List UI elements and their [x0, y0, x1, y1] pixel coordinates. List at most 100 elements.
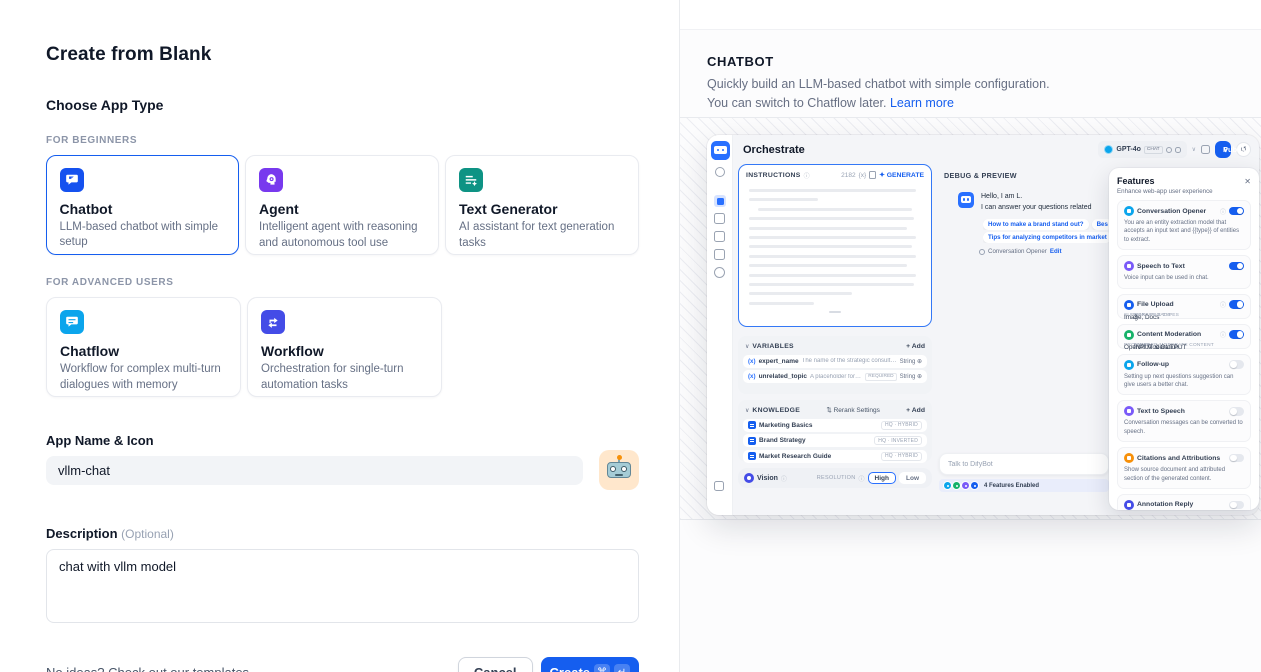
app-icon-picker[interactable]: [599, 450, 639, 490]
suggestion-chips-row: Tips for analyzing competitors in market: [983, 232, 1109, 243]
arrow-right-icon: →: [253, 665, 266, 672]
knowledge-row: Market Research Guide HQ · HYBRID: [743, 450, 927, 463]
app-type-desc: Orchestration for single-turn automation…: [261, 362, 428, 393]
workflow-icon: [261, 310, 285, 334]
sidebar-orchestrate-icon: [714, 195, 726, 207]
info-icon: ⓘ: [859, 474, 865, 483]
dataset-icon: [748, 421, 756, 429]
bot-avatar: [958, 192, 974, 208]
app-type-name: Text Generator: [459, 201, 625, 217]
cmd-key-icon: ⌘: [594, 664, 610, 672]
knowledge-section: ∨ KNOWLEDGE ⇅ Rerank Settings + Add Mark…: [738, 400, 932, 462]
app-name-input[interactable]: [46, 456, 583, 485]
chevron-down-icon: ∨: [1192, 146, 1196, 153]
variable-row: (x) unrelated_topic A placeholder for to…: [743, 370, 927, 383]
cancel-button[interactable]: Cancel: [458, 657, 533, 672]
gear-icon: [1175, 147, 1181, 153]
app-logo-robot-icon: [711, 141, 730, 160]
rerank-settings-button: ⇅ Rerank Settings: [826, 406, 880, 414]
suggestion-chips-row: How to make a brand stand out? Bes: [983, 219, 1109, 230]
variable-row: (x) expert_name The name of the strategi…: [743, 355, 927, 368]
app-type-card-chatflow[interactable]: Chatflow Workflow for complex multi-turn…: [46, 297, 241, 397]
app-type-desc: Workflow for complex multi-turn dialogue…: [60, 362, 227, 393]
toggle-on: [1229, 330, 1244, 339]
close-icon: ✕: [1244, 177, 1251, 186]
choose-app-type-label: Choose App Type: [46, 97, 639, 113]
app-type-desc: Intelligent agent with reasoning and aut…: [259, 220, 425, 251]
feature-item-conversation-opener: Conversation Opener ⓘ You are an entity …: [1117, 200, 1251, 250]
chatbot-preview-image: Orchestrate GPT-4o CHAT ∨ Publish ∨ ↺ IN…: [707, 135, 1259, 515]
debug-preview-title: DEBUG & PREVIEW: [944, 171, 1017, 180]
feature-item-citations: Citations and Attributions Show source d…: [1117, 447, 1251, 489]
bot-greeting: Hello, I am L. I can answer your questio…: [981, 192, 1107, 203]
feature-item-follow-up: Follow-up Setting up next questions sugg…: [1117, 354, 1251, 396]
variables-section: ∨ VARIABLES + Add (x) expert_name The na…: [738, 336, 932, 394]
toggle-off: [1229, 360, 1244, 369]
speech-to-text-icon: [1124, 261, 1134, 271]
knowledge-row: Brand Strategy HQ · INVERTED: [743, 434, 927, 447]
follow-up-icon: [1124, 360, 1134, 370]
feature-dot-icon: [952, 481, 961, 490]
learn-more-link[interactable]: Learn more: [890, 96, 954, 110]
required-badge: REQUIRED: [865, 373, 896, 381]
resolution-low-button: Low: [899, 472, 926, 484]
app-type-card-chatbot[interactable]: Chatbot LLM-based chatbot with simple se…: [46, 155, 239, 255]
model-selector: GPT-4o CHAT: [1098, 141, 1186, 158]
app-type-card-text-generator[interactable]: Text Generator AI assistant for text gen…: [445, 155, 639, 255]
chat-input: [939, 453, 1109, 475]
resolution-high-button: High: [868, 472, 896, 484]
features-enabled-bar: 4 Features Enabled: [939, 479, 1109, 492]
app-type-name: Agent: [259, 201, 425, 217]
sidebar-annotation-icon: [714, 249, 725, 260]
templates-link[interactable]: No ideas? Check out our templates →: [46, 665, 266, 672]
sliders-icon: [1201, 145, 1210, 154]
create-button[interactable]: Create ⌘ ↵: [541, 657, 639, 672]
switch-icon: [715, 167, 725, 177]
chevron-down-icon: ∨: [745, 343, 749, 350]
agent-icon: [259, 168, 283, 192]
app-type-card-workflow[interactable]: Workflow Orchestration for single-turn a…: [247, 297, 442, 397]
conversation-opener-row: Conversation Opener Edit: [979, 248, 1062, 255]
conversation-opener-icon: [1124, 206, 1134, 216]
info-icon: ⓘ: [1220, 207, 1226, 216]
create-from-blank-panel: Create from Blank Choose App Type FOR BE…: [0, 0, 679, 672]
app-type-desc: AI assistant for text generation tasks: [459, 220, 625, 251]
sidebar-overview-icon: [714, 267, 725, 278]
feature-dot-icon: [970, 481, 979, 490]
description-optional-label: (Optional): [121, 527, 174, 541]
add-variable-button: + Add: [906, 343, 925, 350]
beginner-app-type-cards: Chatbot LLM-based chatbot with simple se…: [46, 155, 639, 255]
generate-button: ✦ GENERATE: [879, 171, 924, 179]
section-for-advanced-users: FOR ADVANCED USERS: [46, 277, 639, 288]
dataset-icon: [748, 452, 756, 460]
info-icon: ⓘ: [781, 474, 787, 483]
text-to-speech-icon: [1124, 406, 1134, 416]
right-topbar: [680, 0, 1261, 30]
toggle-on: [1229, 207, 1244, 216]
citations-icon: [1124, 453, 1134, 463]
app-name-label: App Name & Icon: [46, 433, 639, 448]
chatbot-icon: [60, 168, 84, 192]
description-label: Description (Optional): [46, 526, 639, 541]
section-for-beginners: FOR BEGINNERS: [46, 135, 639, 146]
copy-icon: [869, 171, 876, 179]
features-panel: Features ✕ Enhance web-app user experien…: [1109, 168, 1259, 510]
instructions-panel: INSTRUCTIONS ⓘ 2182 {x} ✦ GENERATE: [738, 164, 932, 327]
opener-icon: [979, 249, 985, 255]
model-provider-icon: [1104, 145, 1113, 154]
edit-link: Edit: [1050, 248, 1062, 255]
page-title: Create from Blank: [46, 44, 639, 66]
file-upload-icon: [1124, 300, 1134, 310]
feature-item-content-moderation: Content Moderation ⓘ PROVIDEROpenAI Mode…: [1117, 324, 1251, 349]
info-icon: ⓘ: [1220, 330, 1226, 339]
chatflow-icon: [60, 310, 84, 334]
info-icon: ⓘ: [804, 171, 810, 180]
info-icon: ⓘ: [1220, 300, 1226, 309]
toggle-on: [1229, 300, 1244, 309]
description-textarea[interactable]: chat with vllm model: [46, 549, 639, 623]
chatbot-heading: CHATBOT: [707, 54, 1221, 69]
feature-item-annotation-reply: Annotation Reply: [1117, 494, 1251, 510]
app-type-card-agent[interactable]: Agent Intelligent agent with reasoning a…: [245, 155, 439, 255]
feature-item-file-upload: File Upload ⓘ SUPPORT FILE TYPESImage, D…: [1117, 294, 1251, 319]
preview-sidebar: [707, 135, 733, 515]
